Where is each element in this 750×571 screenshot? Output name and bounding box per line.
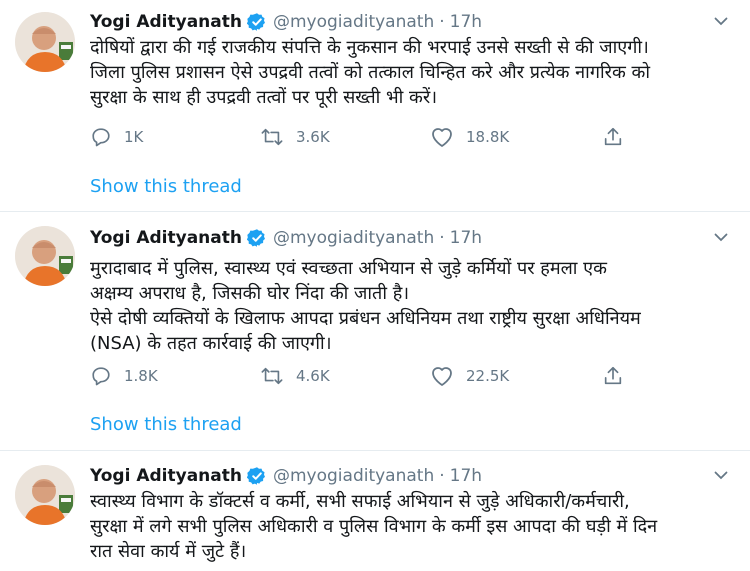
author-handle[interactable]: @myogiadityanath	[273, 228, 434, 248]
reply-icon	[92, 367, 110, 386]
tweet-text-line: जिला पुलिस प्रशासन ऐसे उपद्रवी तत्वों को…	[90, 62, 651, 83]
tweet[interactable]: Yogi Adityanath @myogiadityanath · 17h म…	[0, 212, 750, 451]
retweet-count: 3.6K	[296, 128, 330, 146]
retweet-icon	[261, 128, 283, 146]
heart-icon	[432, 128, 452, 147]
tweet-text-line: सुरक्षा के साथ ही उपद्रवी तत्वों पर पूरी…	[90, 87, 438, 108]
like-button[interactable]: 18.8K	[430, 124, 509, 150]
show-thread-link[interactable]: Show this thread	[90, 414, 242, 435]
author-name[interactable]: Yogi Adityanath	[90, 12, 242, 32]
chevron-down-icon[interactable]	[712, 228, 730, 246]
tweet-text: स्वास्थ्य विभाग के डॉक्टर्स व कर्मी, सभी…	[90, 489, 736, 564]
author-name[interactable]: Yogi Adityanath	[90, 228, 242, 248]
verified-badge-icon	[246, 466, 267, 486]
avatar-image	[15, 226, 75, 286]
tweet[interactable]: Yogi Adityanath @myogiadityanath · 17h द…	[0, 0, 750, 212]
timestamp[interactable]: 17h	[450, 228, 482, 248]
verified-badge-icon	[246, 228, 267, 248]
reply-icon	[92, 128, 110, 147]
tweet-text: मुरादाबाद में पुलिस, स्वास्थ्य एवं स्वच्…	[90, 256, 736, 356]
tweet-text-line: स्वास्थ्य विभाग के डॉक्टर्स व कर्मी, सभी…	[90, 491, 630, 512]
retweet-button[interactable]: 3.6K	[260, 124, 330, 150]
verified-badge-icon	[246, 12, 267, 32]
tweet-text-line: (NSA) के तहत कार्रवाई की जाएगी।	[90, 333, 332, 354]
avatar[interactable]	[15, 12, 75, 72]
reply-count: 1.8K	[124, 367, 158, 385]
author-handle[interactable]: @myogiadityanath	[273, 466, 434, 486]
avatar[interactable]	[15, 465, 75, 525]
tweet-text-line: रात सेवा कार्य में जुटे हैं।	[90, 541, 247, 562]
tweet-header: Yogi Adityanath @myogiadityanath · 17h	[90, 465, 482, 487]
avatar-image	[15, 465, 75, 525]
author-name[interactable]: Yogi Adityanath	[90, 466, 242, 486]
show-thread-link[interactable]: Show this thread	[90, 176, 242, 197]
separator-dot: ·	[439, 466, 445, 486]
separator-dot: ·	[439, 12, 445, 32]
chevron-down-icon[interactable]	[712, 466, 730, 484]
tweet-text: दोषियों द्वारा की गई राजकीय संपत्ति के न…	[90, 35, 736, 110]
timestamp[interactable]: 17h	[450, 12, 482, 32]
tweet-text-line: सुरक्षा में लगे सभी पुलिस अधिकारी व पुलि…	[90, 516, 658, 537]
reply-count: 1K	[124, 128, 144, 146]
share-button[interactable]	[602, 363, 624, 389]
reply-button[interactable]: 1.8K	[90, 363, 158, 389]
tweet-header: Yogi Adityanath @myogiadityanath · 17h	[90, 227, 482, 249]
share-icon	[604, 127, 622, 146]
avatar-image	[15, 12, 75, 72]
retweet-icon	[261, 367, 283, 385]
tweet-text-line: ऐसे दोषी व्यक्तियों के खिलाफ आपदा प्रबंध…	[90, 308, 641, 329]
heart-icon	[432, 367, 452, 386]
tweet[interactable]: Yogi Adityanath @myogiadityanath · 17h स…	[0, 451, 750, 571]
chevron-down-icon[interactable]	[712, 12, 730, 30]
tweet-text-line: अक्षम्य अपराध है, जिसकी घोर निंदा की जात…	[90, 283, 410, 304]
avatar[interactable]	[15, 226, 75, 286]
share-button[interactable]	[602, 124, 624, 150]
retweet-count: 4.6K	[296, 367, 330, 385]
author-handle[interactable]: @myogiadityanath	[273, 12, 434, 32]
tweet-header: Yogi Adityanath @myogiadityanath · 17h	[90, 11, 482, 33]
reply-button[interactable]: 1K	[90, 124, 143, 150]
like-count: 22.5K	[466, 367, 510, 385]
share-icon	[604, 366, 622, 385]
tweet-actions: 1.8K 4.6K 22.5K	[90, 363, 650, 389]
like-button[interactable]: 22.5K	[430, 363, 509, 389]
timeline: Yogi Adityanath @myogiadityanath · 17h द…	[0, 0, 750, 571]
retweet-button[interactable]: 4.6K	[260, 363, 330, 389]
tweet-text-line: मुरादाबाद में पुलिस, स्वास्थ्य एवं स्वच्…	[90, 258, 607, 279]
timestamp[interactable]: 17h	[450, 466, 482, 486]
tweet-actions: 1K 3.6K 18.8K	[90, 124, 650, 150]
like-count: 18.8K	[466, 128, 510, 146]
tweet-text-line: दोषियों द्वारा की गई राजकीय संपत्ति के न…	[90, 37, 649, 58]
separator-dot: ·	[439, 228, 445, 248]
